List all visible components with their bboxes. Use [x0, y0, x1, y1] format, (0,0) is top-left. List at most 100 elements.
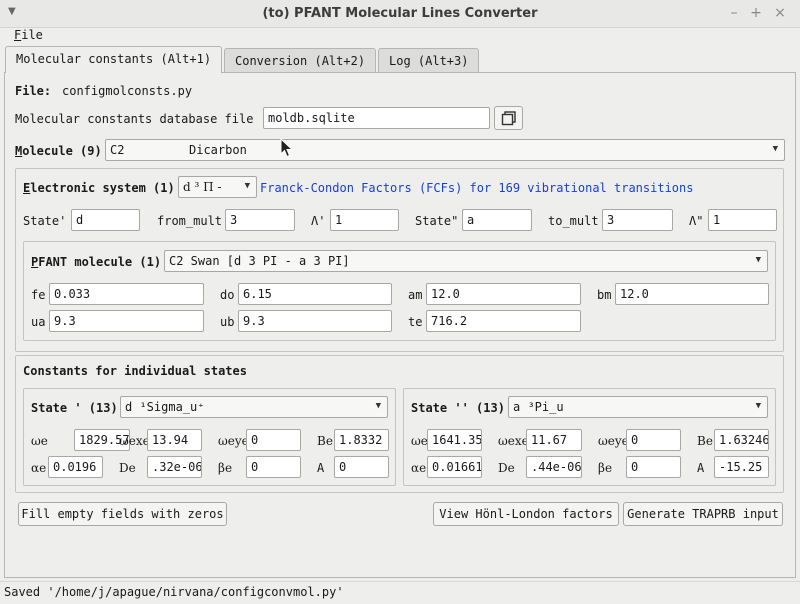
state1-be-input[interactable]: 0: [246, 456, 301, 478]
do-input[interactable]: 6.15: [238, 283, 392, 305]
database-label: Molecular constants database file: [15, 112, 254, 126]
from-mult-input[interactable]: 3: [225, 209, 295, 231]
state2-input[interactable]: a: [462, 209, 532, 231]
do-label: do: [220, 288, 235, 302]
to-mult-label: to_mult: [548, 214, 599, 228]
pfant-molecule-select[interactable]: C2 Swan [d 3 PI - a 3 PI] ▼: [164, 250, 768, 272]
constants-title: Constants for individual states: [23, 364, 247, 378]
bm-input[interactable]: 12.0: [615, 283, 769, 305]
Be-label: Be: [697, 434, 713, 448]
electronic-system-select[interactable]: d ³ Π - ▼: [178, 176, 257, 198]
state2-be-input[interactable]: 0: [626, 456, 681, 478]
open-database-button[interactable]: [494, 106, 523, 130]
molecule-select[interactable]: C2 Dicarbon ▼: [105, 139, 785, 161]
te-input[interactable]: 716.2: [426, 310, 581, 332]
lambda2-input[interactable]: 1: [708, 209, 777, 231]
we-label: ωe: [31, 434, 48, 448]
chevron-down-icon: ▼: [755, 401, 761, 411]
bm-label: bm: [597, 288, 612, 302]
pfant-molecule-value: C2 Swan [d 3 PI - a 3 PI]: [169, 254, 350, 268]
ub-label: ub: [220, 315, 235, 329]
close-button[interactable]: ×: [772, 5, 788, 21]
minimize-button[interactable]: –: [726, 5, 742, 21]
fill-zeros-button[interactable]: Fill empty fields with zeros: [18, 502, 227, 526]
from-mult-label: from_mult: [157, 214, 223, 228]
A-label: A: [697, 461, 705, 475]
state2-De-input[interactable]: .44e-06: [526, 456, 582, 478]
De-label: De: [498, 461, 515, 475]
state1-input[interactable]: d: [71, 209, 140, 231]
molecule-name: Dicarbon: [189, 143, 247, 157]
pfant-molecule-label: PFANT molecule (1): [31, 255, 162, 269]
generate-traprb-button[interactable]: Generate TRAPRB input: [623, 502, 783, 526]
state2-we-input[interactable]: 1641.35: [427, 429, 482, 451]
be-label: βe: [218, 461, 233, 475]
to-mult-input[interactable]: 3: [602, 209, 673, 231]
De-label: De: [119, 461, 136, 475]
state2-select-value: a ³Pi_u: [513, 400, 564, 414]
ua-label: ua: [31, 315, 46, 329]
state1-label: State': [23, 214, 67, 228]
state2-group-label: State '' (13): [411, 401, 505, 415]
tab-conversion[interactable]: Conversion (Alt+2): [224, 48, 377, 72]
lambda2-label: Λ": [689, 214, 704, 228]
file-value: configmolconsts.py: [62, 84, 193, 98]
state2-label: State": [415, 214, 459, 228]
state2-weye-input[interactable]: 0: [626, 429, 681, 451]
wexe-label: ωexe: [498, 434, 529, 448]
state1-wexe-input[interactable]: 13.94: [147, 429, 202, 451]
be-label: βe: [598, 461, 613, 475]
chevron-down-icon: ▼: [772, 144, 778, 154]
ua-input[interactable]: 9.3: [49, 310, 204, 332]
honl-london-button[interactable]: View Hönl-London factors: [433, 502, 619, 526]
state1-ae-input[interactable]: 0.0196: [48, 456, 103, 478]
molecule-label: Molecule (9): [15, 144, 102, 158]
fe-input[interactable]: 0.033: [49, 283, 204, 305]
ae-label: αe: [411, 461, 427, 475]
wexe-label: ωexe: [119, 434, 150, 448]
Be-label: Be: [317, 434, 333, 448]
state2-select[interactable]: a ³Pi_u ▼: [508, 396, 768, 418]
weye-label: ωeye: [218, 434, 249, 448]
molecule-label-text: olecule (9): [22, 144, 102, 158]
fe-label: fe: [31, 288, 46, 302]
window-title: (to) PFANT Molecular Lines Converter: [262, 6, 538, 21]
state1-weye-input[interactable]: 0: [246, 429, 301, 451]
electronic-system-value: d ³ Π -: [183, 180, 222, 194]
ub-input[interactable]: 9.3: [238, 310, 392, 332]
database-file-input[interactable]: moldb.sqlite: [263, 107, 490, 129]
state2-wexe-input[interactable]: 11.67: [526, 429, 582, 451]
te-label: te: [408, 315, 423, 329]
folder-open-icon: [501, 111, 516, 126]
ae-label: αe: [31, 461, 47, 475]
maximize-button[interactable]: +: [748, 5, 764, 21]
lambda1-label: Λ': [311, 214, 326, 228]
weye-label: ωeye: [598, 434, 629, 448]
chevron-down-icon: ▼: [375, 401, 381, 411]
state2-A-input[interactable]: -15.25: [714, 456, 769, 478]
status-text: Saved '/home/j/apague/nirvana/configconv…: [4, 585, 344, 599]
file-label: File:: [15, 84, 52, 98]
lambda1-input[interactable]: 1: [330, 209, 399, 231]
state2-ae-input[interactable]: 0.01661: [427, 456, 482, 478]
A-label: A: [317, 461, 325, 475]
chevron-down-icon: ▼: [755, 255, 761, 265]
am-label: am: [408, 288, 423, 302]
state1-group-label: State ' (13): [31, 401, 118, 415]
state1-De-input[interactable]: .32e-06: [147, 456, 202, 478]
am-input[interactable]: 12.0: [426, 283, 581, 305]
state1-A-input[interactable]: 0: [334, 456, 389, 478]
state2-Be-input[interactable]: 1.63246: [714, 429, 769, 451]
menu-file[interactable]: File: [14, 28, 43, 42]
state1-select-value: d ¹Sigma_u⁺: [125, 400, 205, 414]
tab-log[interactable]: Log (Alt+3): [378, 48, 480, 72]
molecule-formula: C2: [110, 143, 125, 157]
electronic-system-label: Electronic system (1): [23, 181, 175, 195]
chevron-down-icon: ▼: [244, 181, 250, 191]
mouse-cursor-icon: [280, 137, 294, 161]
state1-select[interactable]: d ¹Sigma_u⁺ ▼: [120, 396, 388, 418]
state1-Be-input[interactable]: 1.8332: [334, 429, 389, 451]
tab-molecular-constants[interactable]: Molecular constants (Alt+1): [5, 46, 223, 73]
we-label: ωe: [411, 434, 428, 448]
fcf-link[interactable]: Franck-Condon Factors (FCFs) for 169 vib…: [260, 181, 693, 195]
